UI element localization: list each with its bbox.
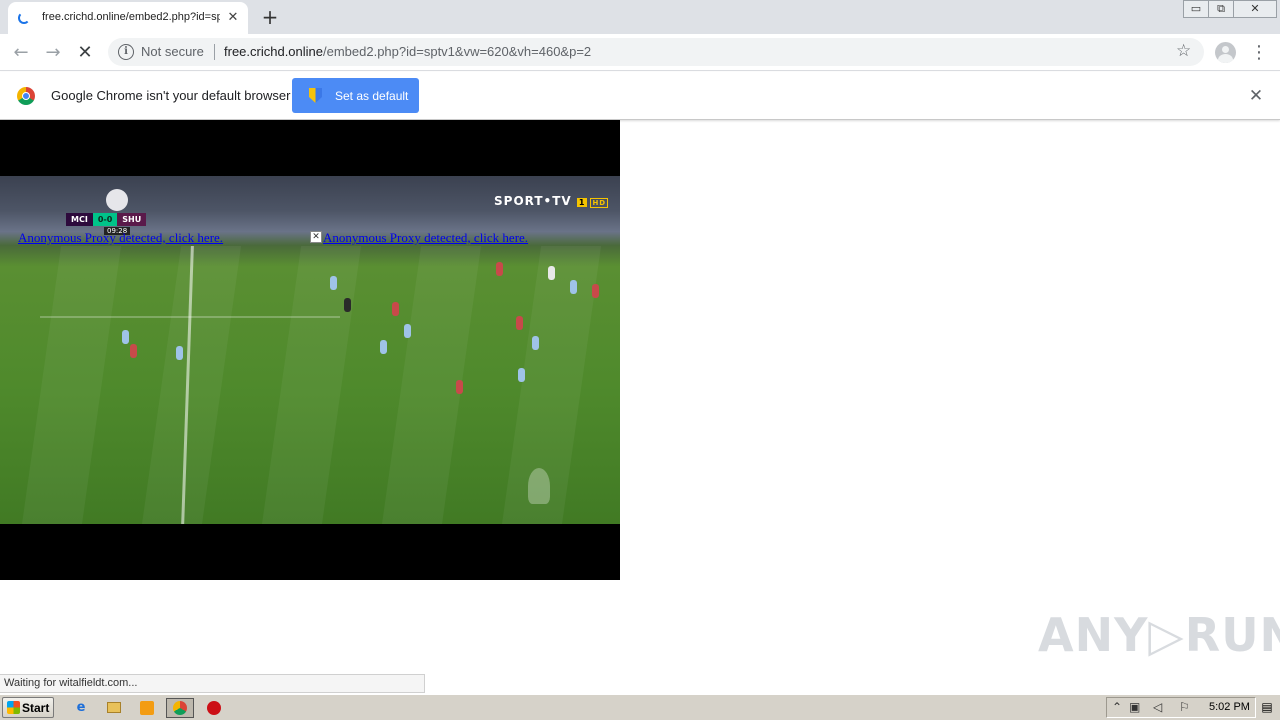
- hd-badge: HD: [590, 198, 609, 208]
- url-text[interactable]: free.crichd.online/embed2.php?id=sptv1&v…: [224, 44, 591, 59]
- score: 0-0: [92, 213, 118, 226]
- volume-icon[interactable]: ◁: [1153, 700, 1162, 714]
- scoreboard: MCI 0-0 SHU: [66, 213, 147, 226]
- player-figure: [176, 346, 183, 360]
- address-bar[interactable]: i Not secure free.crichd.online/embed2.p…: [108, 38, 1204, 66]
- media-player-icon[interactable]: [136, 698, 158, 718]
- info-icon[interactable]: i: [118, 44, 134, 60]
- infobar-close-icon[interactable]: ✕: [1246, 86, 1266, 106]
- start-button[interactable]: Start: [2, 697, 54, 718]
- premier-league-watermark: [528, 468, 550, 504]
- start-label: Start: [22, 701, 50, 715]
- set-as-default-label: Set as default: [335, 89, 409, 103]
- anyrun-watermark: ANY▷RUN: [1038, 608, 1280, 662]
- proxy-warning-link-1[interactable]: Anonymous Proxy detected, click here.: [18, 230, 223, 246]
- chrome-taskbar-icon[interactable]: [166, 698, 194, 718]
- chrome-logo-icon: [17, 87, 35, 105]
- stop-loading-button[interactable]: ✕: [72, 40, 98, 66]
- taskbar: Start e ⌃ ▣ ◁ ⚐ 5:02 PM ▤: [0, 694, 1280, 720]
- player-figure: [404, 324, 411, 338]
- pitch-marking: [40, 316, 340, 318]
- video-player[interactable]: MCI 0-0 SHU 09:28 SPORT•TV 1 HD: [0, 120, 620, 580]
- player-figure: [122, 330, 129, 344]
- pitch-stripe: [258, 246, 362, 524]
- tab-close-icon[interactable]: ✕: [224, 9, 242, 27]
- show-desktop-icon[interactable]: ▤: [1258, 698, 1276, 717]
- new-tab-button[interactable]: +: [258, 6, 282, 28]
- video-frame[interactable]: MCI 0-0 SHU 09:28 SPORT•TV 1 HD: [0, 176, 620, 524]
- opera-icon[interactable]: [203, 698, 225, 718]
- taskbar-clock[interactable]: 5:02 PM: [1209, 701, 1250, 713]
- player-figure: [330, 276, 337, 290]
- url-host: free.crichd.online: [224, 44, 323, 59]
- home-team: MCI: [66, 213, 93, 226]
- set-as-default-button[interactable]: Set as default: [292, 78, 419, 113]
- close-window-button[interactable]: ✕: [1233, 0, 1277, 18]
- player-figure: [344, 298, 351, 312]
- file-explorer-icon[interactable]: [103, 698, 125, 718]
- player-figure: [570, 280, 577, 294]
- forward-button[interactable]: →: [40, 40, 66, 66]
- chrome-menu-icon[interactable]: ⋮: [1250, 40, 1268, 66]
- tray-expand-icon[interactable]: ⌃: [1112, 700, 1122, 714]
- browser-tab[interactable]: free.crichd.online/embed2.php?id=sptv1&v…: [8, 2, 248, 34]
- security-indicator[interactable]: Not secure: [141, 44, 204, 59]
- player-figure: [592, 284, 599, 298]
- premier-league-logo: [106, 189, 128, 211]
- proxy-warning-link-2[interactable]: Anonymous Proxy detected, click here.: [323, 230, 528, 246]
- uac-shield-icon: [309, 88, 322, 103]
- bookmark-star-icon[interactable]: ☆: [1176, 41, 1191, 61]
- status-bubble: Waiting for witalfieldt.com...: [0, 674, 425, 693]
- pitch-stripe: [18, 246, 122, 524]
- windows-logo-icon: [7, 701, 20, 714]
- player-figure: [496, 262, 503, 276]
- pitch-stripe: [378, 246, 482, 524]
- broken-image-icon[interactable]: ✕: [310, 231, 322, 243]
- internet-explorer-icon[interactable]: e: [70, 698, 92, 718]
- away-team: SHU: [117, 213, 147, 226]
- url-path: /embed2.php?id=sptv1&vw=620&vh=460&p=2: [323, 44, 592, 59]
- pitch-stripe: [498, 246, 602, 524]
- channel-name: SPORT•TV: [494, 194, 572, 208]
- back-button[interactable]: ←: [8, 40, 34, 66]
- browser-toolbar: ← → ✕ i Not secure free.crichd.online/em…: [0, 34, 1280, 71]
- channel-number: 1: [576, 198, 588, 207]
- player-figure: [518, 368, 525, 382]
- player-figure: [130, 344, 137, 358]
- player-figure: [380, 340, 387, 354]
- player-figure: [516, 316, 523, 330]
- tab-strip: free.crichd.online/embed2.php?id=sptv1&v…: [0, 0, 1280, 34]
- player-figure: [392, 302, 399, 316]
- maximize-button[interactable]: ⧉: [1208, 0, 1234, 18]
- network-icon[interactable]: ▣: [1129, 700, 1140, 714]
- loading-spinner-icon: [18, 12, 30, 24]
- minimize-button[interactable]: ▭: [1183, 0, 1209, 18]
- default-browser-infobar: Google Chrome isn't your default browser…: [0, 72, 1280, 120]
- player-figure: [548, 266, 555, 280]
- player-figure: [532, 336, 539, 350]
- channel-logo: SPORT•TV 1 HD: [494, 194, 609, 208]
- player-figure: [456, 380, 463, 394]
- system-tray: ⌃ ▣ ◁ ⚐ 5:02 PM: [1106, 697, 1256, 718]
- profile-avatar-icon[interactable]: [1215, 42, 1236, 63]
- action-center-flag-icon[interactable]: ⚐: [1179, 700, 1190, 714]
- infobar-message: Google Chrome isn't your default browser: [51, 88, 291, 103]
- tab-title: free.crichd.online/embed2.php?id=sptv1&v…: [42, 11, 220, 23]
- omnibox-divider: [214, 44, 215, 60]
